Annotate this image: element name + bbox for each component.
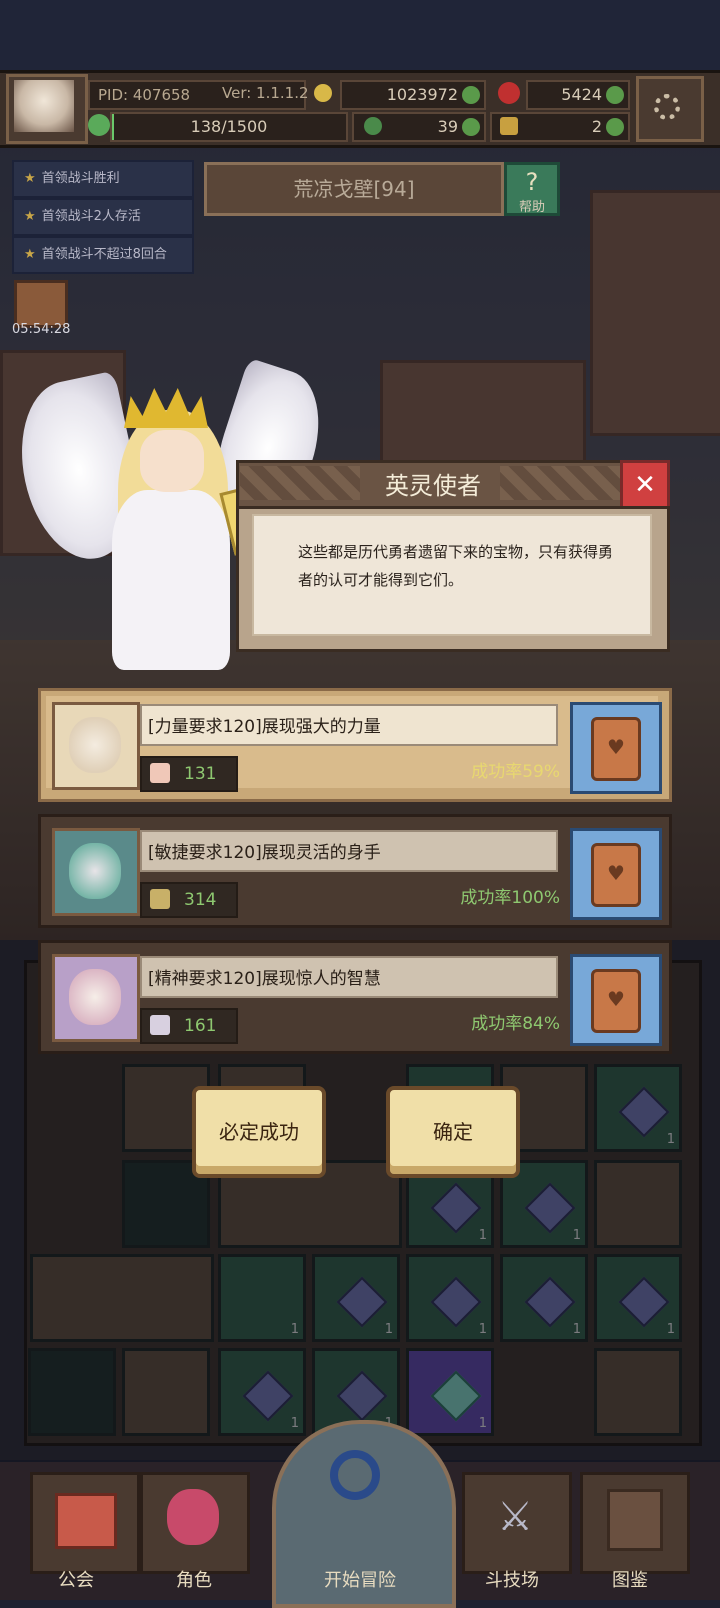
hero-portrait bbox=[52, 702, 140, 790]
chest-timer: 05:54:28 bbox=[12, 322, 71, 337]
select-option-button[interactable]: ♥ bbox=[570, 828, 662, 920]
nav-label: 公会 bbox=[58, 1570, 94, 1591]
rate-wrap: 成功率84% bbox=[400, 1008, 560, 1040]
nav-arena[interactable]: ⚔ bbox=[462, 1472, 572, 1574]
key-panel: 2 bbox=[490, 112, 630, 142]
angel-face bbox=[140, 430, 204, 492]
stat-value: 314 bbox=[184, 890, 217, 910]
book-icon bbox=[150, 1015, 170, 1035]
key-value: 2 bbox=[591, 117, 602, 136]
title-ornament bbox=[240, 466, 360, 500]
success-rate: 成功率84% bbox=[471, 1014, 560, 1034]
hero-face bbox=[69, 843, 121, 899]
close-button[interactable]: ✕ bbox=[620, 460, 670, 510]
avatar bbox=[14, 80, 74, 132]
card-icon: ♥ bbox=[591, 843, 641, 907]
hero-portrait bbox=[52, 828, 140, 916]
version-text: Ver: 1.1.1.2 bbox=[222, 84, 309, 102]
star-icon: ★ bbox=[24, 171, 36, 186]
select-option-button[interactable]: ♥ bbox=[570, 954, 662, 1046]
rate-wrap: 成功率59% bbox=[400, 756, 560, 788]
confirm-button[interactable]: 确定 bbox=[386, 1086, 520, 1178]
add-icon[interactable] bbox=[606, 118, 624, 136]
pid-text: PID: 407658 bbox=[98, 86, 191, 104]
codex-icon bbox=[607, 1489, 663, 1551]
dialog-text: 这些都是历代勇者遗留下来的宝物，只有获得勇者的认可才能得到它们。 bbox=[298, 543, 614, 589]
question-icon: ? bbox=[525, 168, 539, 196]
clover-panel: 39 bbox=[352, 112, 486, 142]
status-bar-area bbox=[0, 0, 720, 70]
gear-icon bbox=[654, 94, 680, 120]
fist-icon bbox=[150, 763, 170, 783]
nav-label: 图鉴 bbox=[612, 1570, 648, 1591]
stamina-clover-icon bbox=[88, 114, 110, 136]
guild-icon bbox=[55, 1493, 117, 1549]
quest-item: ★ 首领战斗2人存活 bbox=[12, 198, 194, 236]
success-rate: 成功率59% bbox=[471, 762, 560, 782]
swords-icon: ⚔ bbox=[497, 1494, 533, 1540]
star-icon: ★ bbox=[24, 209, 36, 224]
stat-value: 131 bbox=[184, 764, 217, 784]
hero-portrait bbox=[52, 954, 140, 1042]
heart-icon: ♥ bbox=[607, 861, 625, 885]
hero-face bbox=[69, 717, 121, 773]
gold-value: 1023972 bbox=[386, 85, 458, 104]
success-rate: 成功率100% bbox=[460, 888, 560, 908]
stat-value: 161 bbox=[184, 1016, 217, 1036]
close-icon: ✕ bbox=[634, 470, 656, 500]
nav-label: 斗技场 bbox=[485, 1570, 539, 1591]
clover-icon bbox=[364, 117, 382, 135]
stat-box: 314 bbox=[140, 882, 238, 918]
clover-value: 39 bbox=[437, 117, 458, 136]
hero-face bbox=[69, 969, 121, 1025]
treasure-chest-icon[interactable] bbox=[14, 280, 68, 328]
heart-icon: ♥ bbox=[607, 987, 625, 1011]
add-icon[interactable] bbox=[606, 86, 624, 104]
stamina-value: 138/1500 bbox=[190, 117, 268, 136]
option-label: [力量要求120]展现强大的力量 bbox=[140, 704, 558, 746]
card-icon: ♥ bbox=[591, 717, 641, 781]
quest-item: ★ 首领战斗不超过8回合 bbox=[12, 236, 194, 274]
title-ornament bbox=[500, 466, 620, 500]
gem-panel: 5424 bbox=[526, 80, 630, 110]
quest-label: 首领战斗胜利 bbox=[41, 171, 120, 186]
add-icon[interactable] bbox=[462, 86, 480, 104]
star-icon: ★ bbox=[24, 247, 36, 262]
quest-label: 首领战斗2人存活 bbox=[41, 209, 141, 224]
nav-label: 开始冒险 bbox=[324, 1570, 396, 1591]
magnifier-icon bbox=[330, 1450, 380, 1500]
quest-item: ★ 首领战斗胜利 bbox=[12, 160, 194, 198]
ruby-gem-icon bbox=[498, 82, 520, 104]
option-label: [精神要求120]展现惊人的智慧 bbox=[140, 956, 558, 998]
select-option-button[interactable]: ♥ bbox=[570, 702, 662, 794]
stamina-bar: 138/1500 bbox=[110, 112, 348, 142]
zone-title: 荒凉戈壁[94] bbox=[204, 162, 504, 216]
gold-panel: 1023972 bbox=[340, 80, 486, 110]
card-icon: ♥ bbox=[591, 969, 641, 1033]
character-icon bbox=[167, 1489, 219, 1545]
boot-icon bbox=[150, 889, 170, 909]
gem-value: 5424 bbox=[561, 85, 602, 104]
key-icon bbox=[500, 117, 518, 135]
option-label: [敏捷要求120]展现灵活的身手 bbox=[140, 830, 558, 872]
quest-label: 首领战斗不超过8回合 bbox=[41, 247, 167, 262]
guarantee-success-button[interactable]: 必定成功 bbox=[192, 1086, 326, 1178]
stat-box: 161 bbox=[140, 1008, 238, 1044]
dialog-title: 英灵使者 bbox=[385, 472, 481, 500]
help-label: 帮助 bbox=[518, 200, 545, 215]
nav-character[interactable] bbox=[140, 1472, 250, 1574]
heart-icon: ♥ bbox=[607, 735, 625, 759]
stat-box: 131 bbox=[140, 756, 238, 792]
nav-guild[interactable] bbox=[30, 1472, 140, 1574]
gold-coin-icon bbox=[314, 84, 332, 102]
nav-label: 角色 bbox=[176, 1570, 212, 1591]
rate-wrap: 成功率100% bbox=[400, 882, 560, 914]
nav-codex[interactable] bbox=[580, 1472, 690, 1574]
angel-dress bbox=[112, 490, 230, 670]
add-icon[interactable] bbox=[462, 118, 480, 136]
